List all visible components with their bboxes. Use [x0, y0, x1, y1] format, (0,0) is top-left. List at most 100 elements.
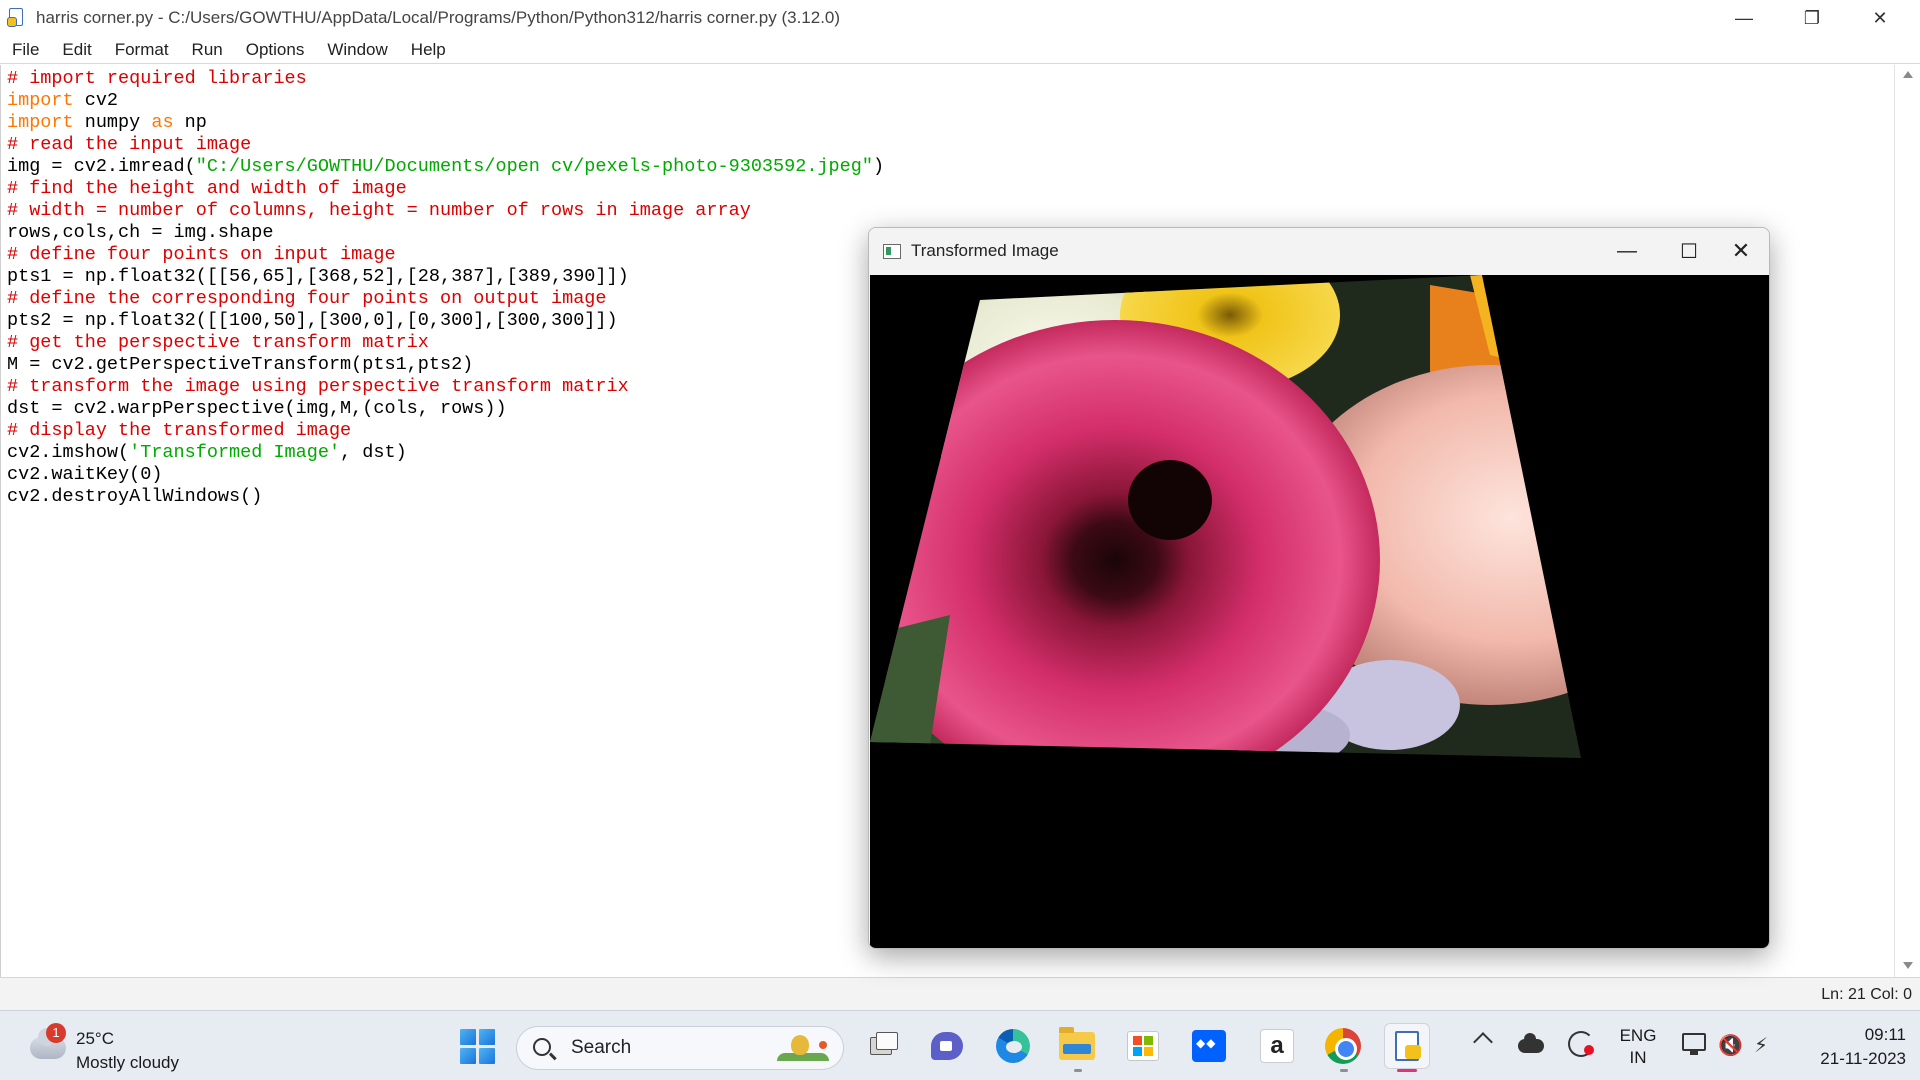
image-window-minimize-button[interactable]: — — [1595, 228, 1659, 274]
code-token-plain: pts1 = np.float32([[56,65],[368,52],[28,… — [7, 266, 629, 287]
search-highlight-icon — [773, 1033, 831, 1063]
code-line[interactable]: import numpy as np — [7, 112, 884, 134]
code-line[interactable]: # get the perspective transform matrix — [7, 332, 884, 354]
start-icon[interactable] — [454, 1023, 500, 1069]
show-hidden-icons-chevron-icon[interactable] — [1473, 1032, 1493, 1052]
code-token-comment: # import required libraries — [7, 68, 307, 89]
language-code: ENG — [1619, 1026, 1657, 1045]
code-token-keyword: import — [7, 90, 74, 111]
restore-button[interactable]: ❐ — [1778, 0, 1846, 36]
code-token-plain: , dst) — [340, 442, 407, 463]
code-line[interactable]: # width = number of columns, height = nu… — [7, 200, 884, 222]
code-line[interactable]: pts1 = np.float32([[56,65],[368,52],[28,… — [7, 266, 884, 288]
code-line[interactable]: dst = cv2.warpPerspective(img,M,(cols, r… — [7, 398, 884, 420]
menu-run[interactable]: Run — [192, 40, 223, 60]
code-token-keyword: as — [151, 112, 174, 133]
window-title: harris corner.py - C:/Users/GOWTHU/AppDa… — [36, 8, 841, 27]
cursor-position: Ln: 21 Col: 0 — [1821, 986, 1912, 1003]
code-line[interactable]: cv2.waitKey(0) — [7, 464, 884, 486]
battery-charging-icon[interactable]: ⚡ — [1754, 1033, 1768, 1058]
idle-file-icon — [6, 7, 28, 29]
dropbox-icon[interactable] — [1186, 1023, 1232, 1069]
code-line[interactable]: # display the transformed image — [7, 420, 884, 442]
menu-options[interactable]: Options — [246, 40, 305, 60]
code-line[interactable]: # import required libraries — [7, 68, 884, 90]
menu-window[interactable]: Window — [327, 40, 387, 60]
code-line[interactable]: # define four points on input image — [7, 244, 884, 266]
transformed-image-window[interactable]: Transformed Image — ☐ ✕ — [868, 227, 1770, 949]
file-explorer-icon[interactable] — [1054, 1023, 1100, 1069]
code-token-plain: cv2 — [73, 90, 119, 111]
code-line[interactable]: cv2.destroyAllWindows() — [7, 486, 884, 508]
code-token-plain: cv2.imshow( — [7, 442, 130, 463]
code-token-string: "C:/Users/GOWTHU/Documents/open cv/pexel… — [195, 156, 873, 177]
taskbar-search[interactable]: Search — [516, 1026, 844, 1070]
image-window-close-button[interactable]: ✕ — [1709, 228, 1769, 274]
vertical-scrollbar[interactable] — [1894, 65, 1920, 977]
microsoft-store-icon[interactable] — [1120, 1023, 1166, 1069]
image-window-titlebar[interactable]: Transformed Image — ☐ ✕ — [869, 228, 1769, 274]
code-token-plain: cv2.destroyAllWindows() — [7, 486, 263, 507]
code-line[interactable]: import cv2 — [7, 90, 884, 112]
display-icon[interactable] — [1682, 1033, 1706, 1055]
image-window-icon — [883, 244, 901, 259]
idle-active-indicator — [1397, 1069, 1417, 1072]
onedrive-cloud-icon[interactable] — [1518, 1033, 1544, 1053]
code-line[interactable]: pts2 = np.float32([[100,50],[300,0],[0,3… — [7, 310, 884, 332]
teams-chat-icon[interactable] — [924, 1023, 970, 1069]
menu-help[interactable]: Help — [411, 40, 446, 60]
code-token-string: 'Transformed Image' — [129, 442, 341, 463]
code-line[interactable]: M = cv2.getPerspectiveTransform(pts1,pts… — [7, 354, 884, 376]
code-text[interactable]: # import required libraries import cv2 imp… — [7, 68, 884, 508]
code-line[interactable]: # define the corresponding four points o… — [7, 288, 884, 310]
warped-flower-photo — [870, 275, 1581, 758]
code-token-comment: # define four points on input image — [7, 244, 396, 265]
task-view-icon[interactable] — [860, 1023, 906, 1069]
code-token-plain: pts2 = np.float32([[100,50],[300,0],[0,3… — [7, 310, 618, 331]
weather-temperature: 25°C — [76, 1029, 114, 1048]
code-token-plain: ) — [872, 156, 885, 177]
window-titlebar: harris corner.py - C:/Users/GOWTHU/AppDa… — [0, 0, 1920, 36]
region-code: IN — [1629, 1048, 1647, 1067]
code-line[interactable]: # find the height and width of image — [7, 178, 884, 200]
volume-muted-icon[interactable]: 🔇 — [1718, 1033, 1743, 1058]
transformed-image — [870, 275, 1769, 948]
code-token-plain: numpy — [73, 112, 152, 133]
explorer-running-indicator — [1074, 1069, 1082, 1072]
code-token-comment: # width = number of columns, height = nu… — [7, 200, 751, 221]
close-button[interactable]: ✕ — [1846, 0, 1914, 36]
code-token-comment: # transform the image using perspective … — [7, 376, 629, 397]
code-token-plain: img = cv2.imread( — [7, 156, 196, 177]
input-language[interactable]: ENG IN — [1618, 1025, 1658, 1069]
menu-file[interactable]: File — [12, 40, 39, 60]
weather-widget[interactable]: 1 25°C Mostly cloudy — [26, 1023, 216, 1072]
code-line[interactable]: # read the input image — [7, 134, 884, 156]
code-token-comment: # read the input image — [7, 134, 252, 155]
code-line[interactable]: rows,cols,ch = img.shape — [7, 222, 884, 244]
code-token-plain: np — [173, 112, 207, 133]
chrome-running-indicator — [1340, 1069, 1348, 1072]
code-line[interactable]: img = cv2.imread("C:/Users/GOWTHU/Docume… — [7, 156, 884, 178]
amazon-icon[interactable]: a — [1254, 1023, 1300, 1069]
clock[interactable]: 09:11 21-11-2023 — [1796, 1023, 1906, 1071]
code-line[interactable]: cv2.imshow('Transformed Image', dst) — [7, 442, 884, 464]
code-line[interactable]: # transform the image using perspective … — [7, 376, 884, 398]
scroll-down-arrow-icon[interactable] — [1903, 962, 1913, 969]
search-label: Search — [571, 1037, 632, 1058]
code-token-plain: dst = cv2.warpPerspective(img,M,(cols, r… — [7, 398, 507, 419]
menu-format[interactable]: Format — [115, 40, 169, 60]
search-icon — [533, 1038, 551, 1056]
sync-error-icon[interactable] — [1568, 1031, 1594, 1057]
weather-condition: Mostly cloudy — [76, 1053, 179, 1072]
taskbar: 1 25°C Mostly cloudy Search a ENG IN 🔇 ⚡… — [0, 1010, 1920, 1080]
scroll-up-arrow-icon[interactable] — [1903, 71, 1913, 78]
minimize-button[interactable]: — — [1710, 0, 1778, 36]
code-token-plain: cv2.waitKey(0) — [7, 464, 163, 485]
menu-bar: File Edit Format Run Options Window Help — [0, 36, 1920, 64]
chrome-icon[interactable] — [1320, 1023, 1366, 1069]
edge-icon[interactable] — [990, 1023, 1036, 1069]
code-token-comment: # get the perspective transform matrix — [7, 332, 429, 353]
menu-edit[interactable]: Edit — [62, 40, 91, 60]
clock-date: 21-11-2023 — [1820, 1049, 1906, 1068]
idle-icon[interactable] — [1384, 1023, 1430, 1069]
